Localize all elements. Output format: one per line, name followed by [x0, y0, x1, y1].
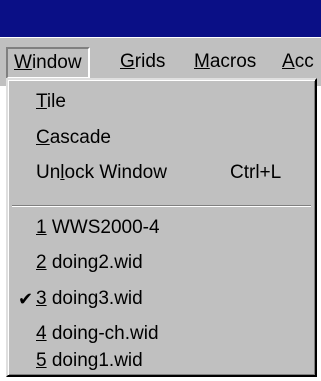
menu-item-cascade[interactable]: Cascade — [36, 124, 111, 152]
menu-macros-mnemonic: M — [194, 51, 210, 72]
menu-window-label: indow — [31, 52, 82, 73]
menu-window[interactable]: Window — [6, 47, 90, 79]
window-item-4[interactable]: 4 doing-ch.wid — [36, 320, 159, 348]
menu-item-tile[interactable]: Tile — [36, 88, 66, 116]
menu-item-cascade-mnemonic: C — [36, 127, 50, 148]
window-item-4-number: 4 — [36, 323, 47, 344]
checkmark-icon: ✔ — [18, 289, 34, 309]
window-item-1-name: WWS2000-4 — [46, 217, 160, 238]
menu-grids-label: rids — [134, 51, 166, 72]
menu-acc[interactable]: Acc — [276, 47, 320, 77]
menu-window-mnemonic: W — [14, 52, 32, 73]
menu-item-unlock-window-label: ock Window — [64, 162, 167, 183]
window-item-2[interactable]: 2 doing2.wid — [36, 249, 143, 277]
window-title-bar — [0, 0, 321, 37]
menu-grids-mnemonic: G — [120, 51, 135, 72]
window-item-1-number: 1 — [36, 217, 47, 238]
window-item-3[interactable]: 3 doing3.wid — [36, 285, 143, 313]
window-item-5-name: doing1.wid — [46, 350, 143, 371]
window-item-2-name: doing2.wid — [46, 252, 143, 273]
window-item-3-name: doing3.wid — [46, 288, 143, 309]
window-menu-dropdown: Tile Cascade Unlock Window Ctrl+L 1 WWS2… — [6, 78, 317, 377]
window-item-3-number: 3 — [36, 288, 47, 309]
menu-item-unlock-window-pre: Un — [36, 162, 61, 183]
shortcut-unlock-window: Ctrl+L — [230, 162, 282, 183]
menu-macros-label: acros — [209, 51, 257, 72]
menu-item-cascade-label: ascade — [49, 127, 112, 148]
menu-grids[interactable]: Grids — [114, 47, 171, 77]
window-item-5-number: 5 — [36, 350, 47, 371]
menu-acc-mnemonic: A — [282, 51, 295, 72]
menu-separator — [12, 205, 311, 207]
menu-acc-label: cc — [294, 51, 314, 72]
menu-item-tile-mnemonic: T — [36, 91, 47, 112]
window-item-1[interactable]: 1 WWS2000-4 — [36, 214, 160, 242]
menu-item-tile-label: ile — [46, 91, 66, 112]
window-item-5[interactable]: 5 doing1.wid — [36, 347, 143, 375]
window-item-4-name: doing-ch.wid — [46, 323, 159, 344]
menu-item-unlock-window[interactable]: Unlock Window — [36, 159, 167, 187]
window-item-2-number: 2 — [36, 252, 47, 273]
menu-macros[interactable]: Macros — [188, 47, 262, 77]
